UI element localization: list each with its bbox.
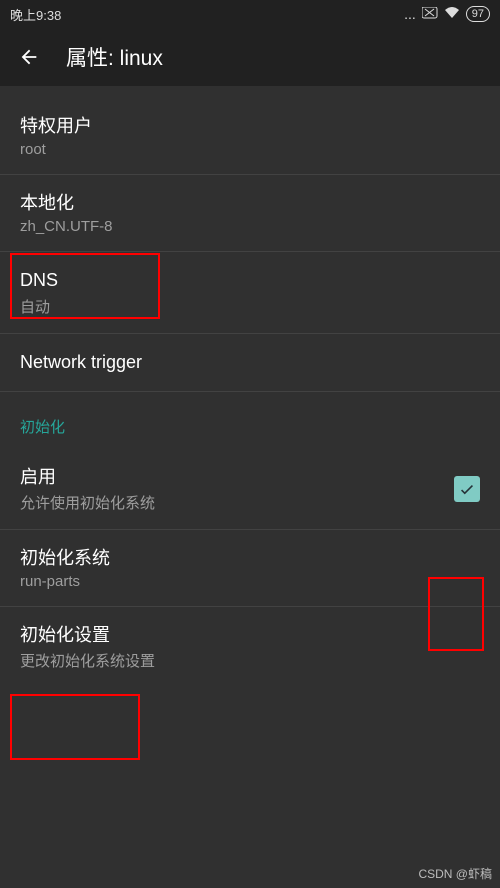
setting-title: Network trigger [20, 350, 480, 375]
setting-privileged-user[interactable]: 特权用户 root [0, 98, 500, 175]
back-button[interactable] [18, 46, 40, 68]
setting-text: 启用 允许使用初始化系统 [20, 465, 155, 513]
section-header-init: 初始化 [0, 392, 500, 449]
setting-subtitle: 更改初始化系统设置 [20, 650, 480, 671]
setting-title: 特权用户 [20, 114, 480, 139]
app-bar: 属性: linux [0, 28, 500, 86]
setting-network-trigger[interactable]: Network trigger [0, 334, 500, 392]
setting-value: 自动 [20, 296, 480, 317]
setting-title: 初始化设置 [20, 623, 480, 648]
no-sim-icon [422, 6, 438, 22]
watermark: CSDN @虾稿 [418, 865, 492, 882]
setting-init-system[interactable]: 初始化系统 run-parts [0, 530, 500, 607]
status-bar: 晚上9:38 ... 97 [0, 0, 500, 28]
setting-title: 启用 [20, 465, 155, 490]
setting-init-enable[interactable]: 启用 允许使用初始化系统 [0, 449, 500, 530]
more-icon: ... [404, 6, 416, 22]
page-title: 属性: linux [66, 42, 163, 72]
setting-title: 本地化 [20, 191, 480, 216]
checkbox-enable[interactable] [454, 476, 480, 502]
status-icons: ... 97 [404, 6, 490, 22]
setting-title: 初始化系统 [20, 546, 480, 571]
check-icon [458, 480, 476, 498]
setting-value: root [20, 141, 480, 158]
setting-dns[interactable]: DNS 自动 [0, 252, 500, 333]
annotation-box [10, 694, 140, 760]
wifi-icon [444, 6, 460, 22]
battery-icon: 97 [466, 6, 490, 22]
setting-value: zh_CN.UTF-8 [20, 218, 480, 235]
setting-init-settings[interactable]: 初始化设置 更改初始化系统设置 [0, 607, 500, 687]
arrow-left-icon [18, 46, 40, 68]
setting-locale[interactable]: 本地化 zh_CN.UTF-8 [0, 175, 500, 252]
setting-value: run-parts [20, 573, 480, 590]
setting-subtitle: 允许使用初始化系统 [20, 492, 155, 513]
settings-list: 特权用户 root 本地化 zh_CN.UTF-8 DNS 自动 Network… [0, 86, 500, 687]
setting-title: DNS [20, 268, 480, 293]
status-time: 晚上9:38 [10, 5, 61, 24]
